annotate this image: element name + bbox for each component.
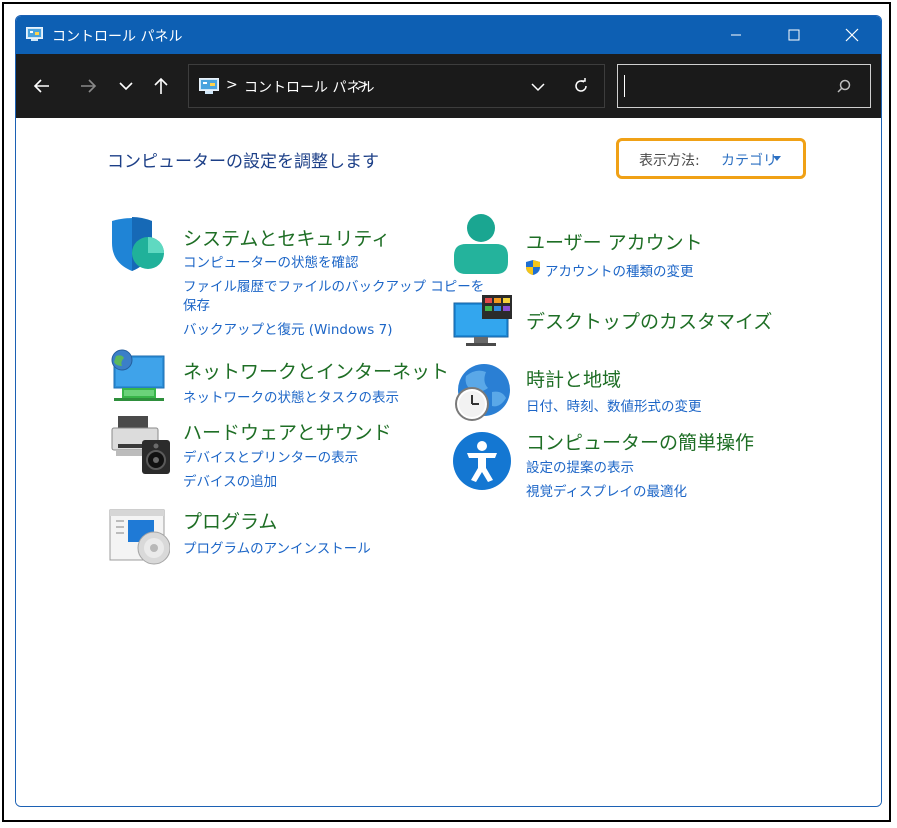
printer-speaker-icon[interactable] <box>110 414 172 476</box>
recent-locations-button[interactable] <box>114 74 138 98</box>
user-accounts-icon[interactable] <box>450 212 512 274</box>
change-date-time-format-link[interactable]: 日付、時刻、数値形式の変更 <box>526 395 702 415</box>
view-by-selector: 表示方法: カテゴリ <box>616 138 806 179</box>
arrow-left-icon <box>33 79 49 93</box>
minimize-icon <box>731 34 741 36</box>
caret-down-icon[interactable] <box>773 156 781 161</box>
uac-shield-icon <box>526 260 540 275</box>
appearance-personalization-link[interactable]: デスクトップのカスタマイズ <box>526 307 772 334</box>
network-globe-icon[interactable] <box>108 348 170 410</box>
clock-region-link[interactable]: 時計と地域 <box>526 365 621 392</box>
back-button[interactable] <box>30 74 54 98</box>
chevron-down-icon <box>119 82 133 91</box>
control-panel-window: コントロール パネル > コントロール パネル > コンピューターの設定を調整し… <box>15 15 882 807</box>
search-icon <box>837 79 851 93</box>
window-title: コントロール パネル <box>52 29 183 45</box>
forward-button[interactable] <box>76 74 100 98</box>
refresh-button[interactable] <box>572 77 590 95</box>
close-button[interactable] <box>823 16 881 54</box>
network-internet-link[interactable]: ネットワークとインターネット <box>183 357 449 384</box>
check-status-link[interactable]: コンピューターの状態を確認 <box>183 251 359 271</box>
navigation-toolbar: > コントロール パネル > <box>16 54 881 118</box>
refresh-icon <box>575 78 587 92</box>
minimize-button[interactable] <box>707 16 765 54</box>
chevron-down-icon <box>531 83 545 92</box>
file-history-link-cont[interactable]: 保存 <box>183 294 210 314</box>
address-bar[interactable]: > コントロール パネル > <box>188 64 605 108</box>
address-dropdown-button[interactable] <box>531 79 545 93</box>
control-panel-icon <box>26 27 43 41</box>
uninstall-program-link[interactable]: プログラムのアンインストール <box>183 537 371 557</box>
devices-printers-link[interactable]: デバイスとプリンターの表示 <box>183 446 358 466</box>
close-icon <box>845 28 859 42</box>
up-button[interactable] <box>149 74 173 98</box>
ease-of-access-link[interactable]: コンピューターの簡単操作 <box>526 428 754 455</box>
shield-icon[interactable] <box>108 213 170 275</box>
title-bar: コントロール パネル <box>16 16 881 54</box>
hardware-sound-link[interactable]: ハードウェアとサウンド <box>183 418 392 445</box>
accessibility-icon[interactable] <box>451 430 513 492</box>
add-device-link[interactable]: デバイスの追加 <box>183 470 277 490</box>
maximize-icon <box>788 29 800 41</box>
view-by-label: 表示方法: <box>639 153 700 169</box>
let-windows-suggest-link[interactable]: 設定の提案の表示 <box>526 456 634 476</box>
control-panel-icon <box>199 78 219 94</box>
backup-restore-link[interactable]: バックアップと復元 (Windows 7) <box>183 318 392 338</box>
user-accounts-link[interactable]: ユーザー アカウント <box>526 228 703 255</box>
maximize-button[interactable] <box>765 16 823 54</box>
page-title: コンピューターの設定を調整します <box>107 152 379 172</box>
content-area: コンピューターの設定を調整します 表示方法: カテゴリ システムとセキュリティ … <box>16 118 881 806</box>
text-cursor <box>624 75 625 97</box>
optimize-display-link[interactable]: 視覚ディスプレイの最適化 <box>526 480 687 500</box>
arrow-right-icon <box>81 79 97 93</box>
view-by-dropdown[interactable]: カテゴリ <box>721 150 777 170</box>
file-history-link[interactable]: ファイル履歴でファイルのバックアップ コピーを <box>183 275 484 295</box>
breadcrumb-control-panel[interactable]: コントロール パネル <box>244 77 374 97</box>
breadcrumb-separator[interactable]: > <box>357 77 369 93</box>
system-security-link[interactable]: システムとセキュリティ <box>183 224 390 251</box>
change-account-type-link[interactable]: アカウントの種類の変更 <box>545 260 694 280</box>
network-status-link[interactable]: ネットワークの状態とタスクの表示 <box>183 386 399 406</box>
desktop-customize-icon[interactable] <box>452 293 514 355</box>
breadcrumb-separator[interactable]: > <box>226 77 238 93</box>
programs-disc-icon[interactable] <box>108 504 170 566</box>
clock-globe-icon[interactable] <box>452 362 514 424</box>
programs-link[interactable]: プログラム <box>183 507 277 534</box>
search-field[interactable] <box>617 64 871 108</box>
arrow-up-icon <box>154 77 168 94</box>
